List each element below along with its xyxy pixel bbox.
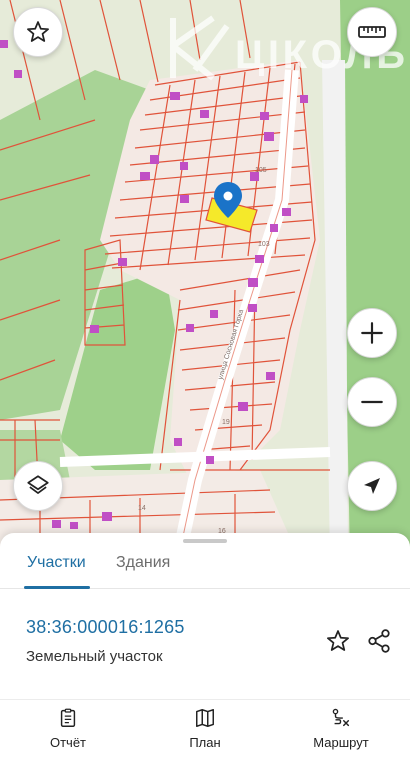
layers-icon [27,475,49,494]
my-location-button[interactable] [347,461,397,511]
nav-plan[interactable]: План [175,701,235,758]
report-icon [60,708,76,727]
tab-parcels[interactable]: Участки [27,551,86,585]
minus-icon [361,400,383,404]
ruler-icon [358,26,386,38]
tab-buildings[interactable]: Здания [116,551,170,585]
layers-button[interactable] [13,461,63,511]
nav-plan-label: План [189,735,221,750]
star-icon [27,21,49,42]
active-tab-indicator [24,586,90,589]
favorite-map-button[interactable] [13,7,63,57]
ruler-button[interactable] [347,7,397,57]
house-number-label: 14 [138,505,146,512]
parcel-card[interactable]: 38:36:000016:1265 Земельный участок [0,595,410,697]
nav-route-label: Маршрут [313,735,369,750]
bottom-sheet: Участки Здания 38:36:000016:1265 Земельн… [0,533,410,758]
nav-report[interactable]: Отчёт [38,701,98,758]
add-favorite-button[interactable] [322,625,354,657]
route-icon [332,708,350,727]
divider [0,699,410,700]
plus-icon [361,322,383,344]
zoom-in-button[interactable] [347,308,397,358]
cadastral-number-link[interactable]: 38:36:000016:1265 [26,617,185,638]
bottom-navigation: Отчёт План Маршрут [0,701,410,758]
parcel-type: Земельный участок [26,648,163,665]
zoom-out-button[interactable] [347,377,397,427]
share-button[interactable] [363,625,395,657]
house-number-label: 103 [258,241,270,248]
nav-route[interactable]: Маршрут [301,701,381,758]
map-plan-icon [196,709,214,727]
navigation-arrow-icon [364,478,380,494]
star-icon [327,630,349,651]
tab-parcels-label: Участки [27,554,86,571]
nav-report-label: Отчёт [49,735,87,750]
tab-bar: Участки Здания [0,547,410,589]
share-icon [368,629,390,653]
house-number-label: 19 [222,419,230,426]
house-number-label: 105 [255,167,267,174]
sheet-drag-handle[interactable] [183,539,227,543]
tab-buildings-label: Здания [116,554,171,571]
